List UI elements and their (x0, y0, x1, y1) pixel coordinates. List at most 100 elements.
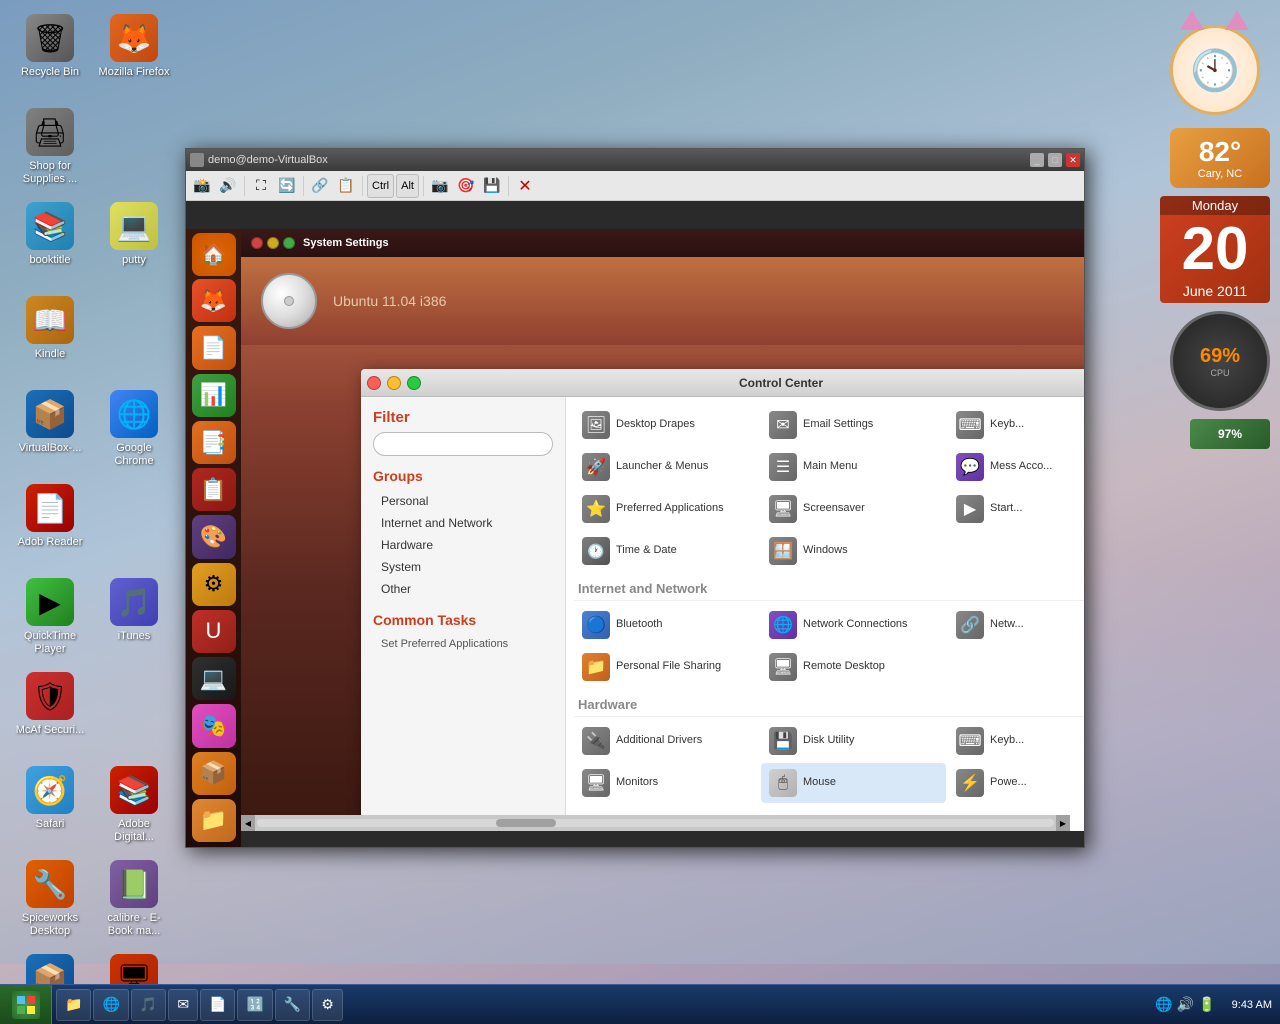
ubuntu-hscrollbar[interactable]: ◀ ▶ (241, 815, 1070, 831)
tray-volume-icon[interactable]: 🔊 (1177, 996, 1194, 1013)
virtualbox-window[interactable]: demo@demo-VirtualBox _ □ ✕ 📸 🔊 ⛶ 🔄 🔗 📋 C… (185, 148, 1085, 848)
sidebar-app-unity[interactable]: U (192, 610, 236, 653)
desktop-icon-shop[interactable]: 🖨 Shop for Supplies ... (10, 104, 90, 194)
cc-item-preferred-apps[interactable]: ⭐ Preferred Applications (574, 489, 759, 529)
cc-item-keyboard-hw[interactable]: ⌨ Keyb... (948, 721, 1084, 761)
control-center-window[interactable]: Control Center Filter Groups Personal In… (361, 369, 1084, 831)
weather-widget[interactable]: 82° Cary, NC (1170, 128, 1270, 188)
sidebar-app-10[interactable]: 📁 (192, 799, 236, 842)
vbox-maximize-button[interactable]: □ (1048, 153, 1062, 167)
desktop-icon-putty[interactable]: 💻 putty (94, 198, 174, 288)
desktop-icon-safari[interactable]: 🧭 Safari (10, 762, 90, 852)
vbox-toolbar-clip[interactable]: 📋 (334, 174, 358, 198)
cc-item-power[interactable]: ⚡ Powe... (948, 763, 1084, 803)
cc-group-personal[interactable]: Personal (373, 490, 553, 512)
cc-item-network-connections[interactable]: 🌐 Network Connections (761, 605, 946, 645)
taskbar: 📁 🌐 🎵 ✉ 📄 🔢 🔧 ⚙ (0, 984, 1280, 1024)
cc-item-screensaver[interactable]: 🖥 Screensaver (761, 489, 946, 529)
taskbar-item-tools[interactable]: 🔧 (275, 989, 310, 1021)
cc-item-additional-drivers[interactable]: 🔌 Additional Drivers (574, 721, 759, 761)
sidebar-app-1[interactable]: 🦊 (192, 279, 236, 322)
sidebar-app-2[interactable]: 📄 (192, 326, 236, 369)
cc-item-windows[interactable]: 🪟 Windows (761, 531, 946, 571)
cc-item-monitors[interactable]: 🖥 Monitors (574, 763, 759, 803)
cc-item-personal-file-sharing[interactable]: 📁 Personal File Sharing (574, 647, 759, 687)
taskbar-item-media[interactable]: 🎵 (131, 989, 166, 1021)
cc-item-bluetooth[interactable]: 🔵 Bluetooth (574, 605, 759, 645)
ubuntu-close-btn[interactable] (251, 237, 263, 249)
taskbar-item-browser[interactable]: 🌐 (93, 989, 128, 1021)
cc-item-messages-accounts[interactable]: 💬 Mess Acco... (948, 447, 1084, 487)
taskbar-clock[interactable]: 9:43 AM (1224, 999, 1280, 1011)
sidebar-app-4[interactable]: 📑 (192, 421, 236, 464)
cc-task-set-preferred-apps[interactable]: Set Preferred Applications (373, 634, 553, 654)
vbox-toolbar-refresh[interactable]: 🔄 (275, 174, 299, 198)
vbox-toolbar-save[interactable]: 💾 (480, 174, 504, 198)
cc-item-remote-desktop[interactable]: 🖥 Remote Desktop (761, 647, 946, 687)
tray-power-icon[interactable]: 🔋 (1198, 996, 1215, 1013)
desktop-icon-kindle[interactable]: 📖 Kindle (10, 292, 90, 382)
cc-item-mouse[interactable]: 🖱 Mouse (761, 763, 946, 803)
taskbar-start-button[interactable] (0, 985, 52, 1024)
cc-maximize-button[interactable] (407, 376, 421, 390)
sidebar-app-6[interactable]: 🎨 (192, 515, 236, 558)
vbox-toolbar-audio[interactable]: 🔊 (216, 174, 240, 198)
taskbar-item-email[interactable]: ✉ (168, 989, 198, 1021)
cc-group-other[interactable]: Other (373, 578, 553, 600)
tray-network-icon[interactable]: 🌐 (1155, 996, 1172, 1013)
desktop-icon-booktitle[interactable]: 📚 booktitle (10, 198, 90, 288)
cc-group-internet-network[interactable]: Internet and Network (373, 512, 553, 534)
desktop-icon-google-chrome[interactable]: 🌐 Google Chrome (94, 386, 174, 476)
taskbar-item-explorer[interactable]: 📁 (56, 989, 91, 1021)
vbox-toolbar-power[interactable]: ✕ (513, 174, 537, 198)
cc-group-hardware[interactable]: Hardware (373, 534, 553, 556)
vbox-toolbar-fullscreen[interactable]: ⛶ (249, 174, 273, 198)
sidebar-app-9[interactable]: 📦 (192, 752, 236, 795)
desktop-icon-mozilla-firefox[interactable]: 🦊 Mozilla Firefox (94, 10, 174, 100)
cc-minimize-button[interactable] (387, 376, 401, 390)
sidebar-app-terminal[interactable]: 💻 (192, 657, 236, 700)
vbox-toolbar-target[interactable]: 🎯 (454, 174, 478, 198)
vbox-toolbar-alt[interactable]: Alt (396, 174, 419, 198)
ubuntu-home-icon[interactable]: 🏠 (192, 233, 236, 276)
cc-item-launcher-menus[interactable]: 🚀 Launcher & Menus (574, 447, 759, 487)
ubuntu-min-btn[interactable] (267, 237, 279, 249)
sidebar-app-5[interactable]: 📋 (192, 468, 236, 511)
desktop-icon-virtualbox1[interactable]: 📦 VirtualBox-... (10, 386, 90, 476)
cc-item-main-menu[interactable]: ☰ Main Menu (761, 447, 946, 487)
taskbar-item-calc[interactable]: 🔢 (237, 989, 272, 1021)
vbox-minimize-button[interactable]: _ (1030, 153, 1044, 167)
vbox-close-button[interactable]: ✕ (1066, 153, 1080, 167)
ubuntu-max-btn[interactable] (283, 237, 295, 249)
desktop-icon-spiceworks[interactable]: 🔧 Spiceworks Desktop (10, 856, 90, 946)
hscroll-left-btn[interactable]: ◀ (241, 815, 255, 831)
sidebar-app-3[interactable]: 📊 (192, 374, 236, 417)
cc-close-button[interactable] (367, 376, 381, 390)
vbox-toolbar-photo[interactable]: 📷 (428, 174, 452, 198)
taskbar-item-settings[interactable]: ⚙ (312, 989, 343, 1021)
desktop-icon-quicktime[interactable]: ▶ QuickTime Player (10, 574, 90, 664)
desktop-icon-itunes[interactable]: 🎵 iTunes (94, 574, 174, 664)
cc-filter-input[interactable] (373, 432, 553, 456)
cc-item-time-date[interactable]: 🕐 Time & Date (574, 531, 759, 571)
cc-item-desktop-drapes[interactable]: 🖼 Desktop Drapes (574, 405, 759, 445)
cc-item-keyboard[interactable]: ⌨ Keyb... (948, 405, 1084, 445)
cc-group-system[interactable]: System (373, 556, 553, 578)
desktop-icon-recycle-bin[interactable]: 🗑 Recycle Bin (10, 10, 90, 100)
desktop-icon-mcafee[interactable]: 🛡 McAf Securi... (10, 668, 90, 758)
taskbar-item-docs[interactable]: 📄 (200, 989, 235, 1021)
calendar-widget[interactable]: Monday 20 June 2011 (1160, 196, 1270, 303)
cc-item-network-proxy[interactable]: 🔗 Netw... (948, 605, 1084, 645)
cc-item-disk-utility[interactable]: 💾 Disk Utility (761, 721, 946, 761)
sidebar-app-8[interactable]: 🎭 (192, 704, 236, 747)
sidebar-app-7[interactable]: ⚙ (192, 563, 236, 606)
hscroll-right-btn[interactable]: ▶ (1056, 815, 1070, 831)
cc-item-email-settings[interactable]: ✉ Email Settings (761, 405, 946, 445)
desktop-icon-calibre[interactable]: 📗 calibre - E-Book ma... (94, 856, 174, 946)
vbox-toolbar-screenshot[interactable]: 📸 (190, 174, 214, 198)
vbox-toolbar-usb[interactable]: 🔗 (308, 174, 332, 198)
desktop-icon-adobe-reader[interactable]: 📄 Adob Reader (10, 480, 90, 570)
cc-item-startup[interactable]: ▶ Start... (948, 489, 1084, 529)
desktop-icon-adobe-digital[interactable]: 📚 Adobe Digital... (94, 762, 174, 852)
vbox-toolbar-ctrl[interactable]: Ctrl (367, 174, 394, 198)
